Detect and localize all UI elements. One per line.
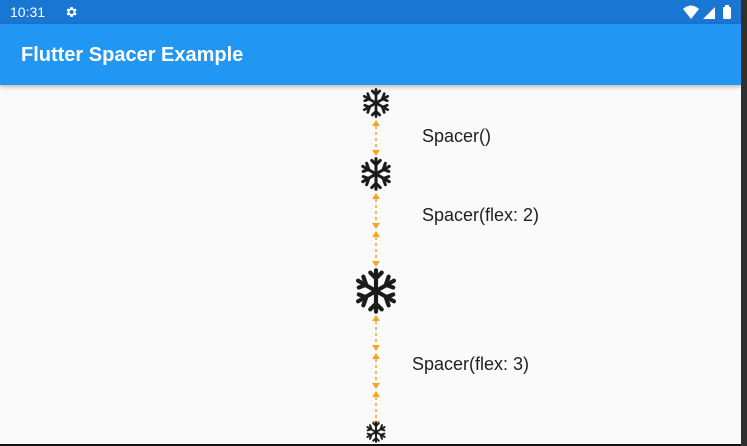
- status-time: 10:31: [10, 4, 46, 20]
- spacer-arrow: [372, 120, 380, 156]
- app-title: Flutter Spacer Example: [21, 44, 244, 66]
- gear-icon: [66, 6, 77, 18]
- wifi-icon: [683, 5, 699, 19]
- signal-icon: [703, 7, 715, 19]
- snowflake-icon: [366, 421, 386, 443]
- app-bar: Flutter Spacer Example: [0, 24, 741, 85]
- device-screen: 10:31 Flutter Spacer Example Spacer() Sp…: [0, 0, 741, 446]
- spacer-label-1: Spacer(): [422, 126, 492, 146]
- spacer-label-3: Spacer(flex: 3): [412, 354, 530, 374]
- spacer-column: Spacer() Spacer(flex: 2) Spacer(flex: 3): [0, 85, 741, 446]
- spacer-arrow: [372, 315, 380, 427]
- battery-icon: [723, 5, 731, 19]
- snowflake-icon: [355, 268, 397, 314]
- snowflake-icon: [362, 88, 390, 118]
- snowflake-icon: [361, 157, 391, 191]
- status-icons: [683, 5, 731, 19]
- device-bezel: [741, 0, 747, 446]
- spacer-arrow: [372, 193, 380, 267]
- status-bar: 10:31: [0, 0, 741, 24]
- spacer-label-2: Spacer(flex: 2): [422, 205, 540, 225]
